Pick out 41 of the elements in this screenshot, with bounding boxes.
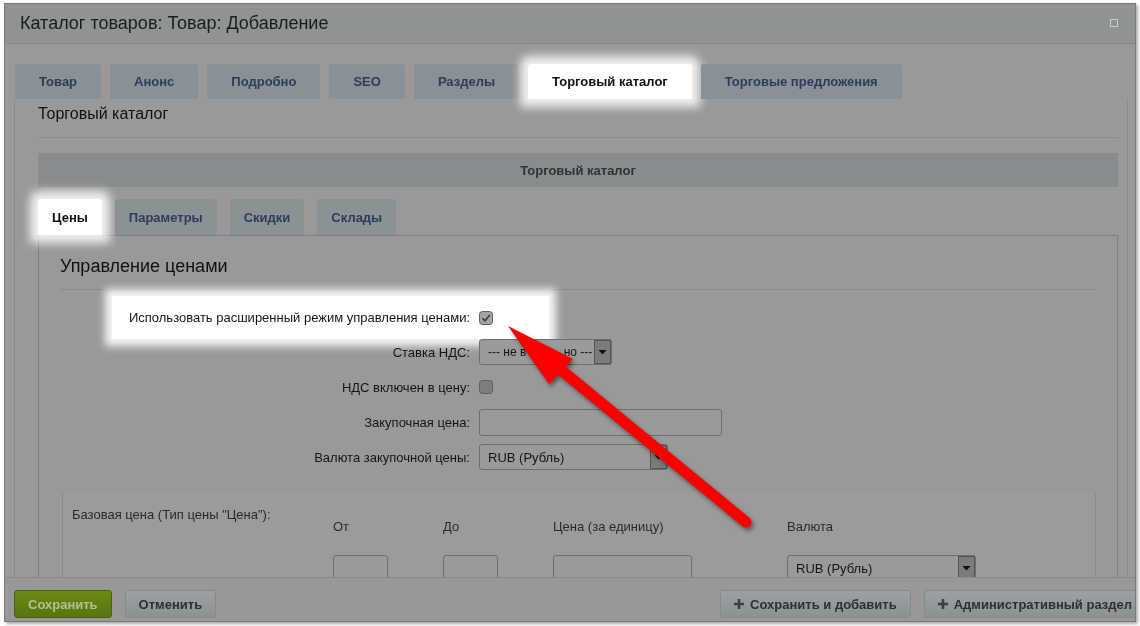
subtab[interactable]: Цены [38,199,102,235]
cancel-button[interactable]: Отменить [124,590,217,618]
checkbox[interactable] [479,380,493,394]
maximize-icon[interactable] [1110,18,1118,27]
tab[interactable]: Торговый каталог [528,64,692,99]
input-field[interactable] [333,555,388,577]
field-label: Валюта закупочной цены: [314,449,470,465]
column-header: До [443,518,460,534]
caret-icon [594,340,611,364]
tab[interactable]: Анонс [110,64,199,99]
field-label: Закупочная цена: [364,415,470,430]
column-header: От [333,518,350,534]
tab[interactable]: Разделы [413,64,520,99]
input-field[interactable] [479,409,722,436]
price-type-label: Базовая цена (Тип цены "Цена"): [72,507,271,522]
input-field[interactable] [553,555,692,577]
tab[interactable]: Товар [15,64,102,99]
section-header: Торговый каталог [38,153,1118,187]
field-label: НДС включен в цену: [341,379,470,395]
caret-icon [958,556,975,577]
plus-icon [734,599,745,609]
group-title: Управление ценами [60,256,228,276]
admin-section-button[interactable]: Административный раздел [923,590,1135,618]
tab[interactable]: SEO [329,64,405,99]
window-title: Каталог товаров: Товар: Добавление [20,11,329,34]
subtab[interactable]: Склады [317,199,397,235]
subtab[interactable]: Параметры [114,199,217,235]
column-header: Валюта [787,518,833,534]
plus-icon [937,599,948,609]
column-header: Цена (за единицу) [553,518,664,534]
currency-select[interactable]: RUB (Рубль) [787,555,976,577]
tab[interactable]: Подробно [207,64,321,99]
tab[interactable]: Торговые предложения [700,64,902,99]
field-label: Ставка НДС: [392,344,470,360]
checkbox[interactable] [479,310,493,325]
page-heading: Торговый каталог [38,104,169,124]
input-field[interactable] [443,555,498,577]
field-label: Использовать расширенный режим управления ценами: [128,310,470,325]
subtab[interactable]: Скидки [229,199,305,235]
save-button[interactable]: Сохранить [14,590,112,618]
save-and-add-button[interactable]: Сохранить и добавить [720,590,911,618]
